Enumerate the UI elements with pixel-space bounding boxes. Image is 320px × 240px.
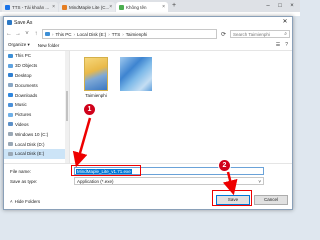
site-favicon-icon [62, 4, 67, 10]
blurred-folder-icon [120, 57, 152, 91]
tab-mindmaple[interactable]: MindMaple Lite (C... × [59, 2, 115, 12]
folder-item[interactable] [118, 57, 154, 93]
step-1-badge: 1 [83, 103, 96, 116]
back-arrow-icon[interactable]: ← [6, 31, 12, 37]
dialog-body: This PC 3D Objects Desktop Documents Dow… [4, 50, 292, 164]
pc-icon [45, 32, 50, 36]
chevron-up-icon: ˄ [10, 199, 13, 204]
view-options-icon[interactable]: ☰ [276, 42, 280, 48]
nav-scrollbar[interactable] [65, 51, 69, 163]
maximize-button[interactable]: □ [274, 1, 286, 11]
nav-item-local-disk-e[interactable]: Local Disk (E:) [4, 148, 69, 159]
address-bar[interactable]: › This PC › Local Disk (E:) › TTS › Taim… [42, 29, 217, 39]
browser-tab-bar: TTS - Tài khoản ... × MindMaple Lite (C.… [0, 0, 300, 12]
nav-item-this-pc[interactable]: This PC [4, 51, 69, 61]
nav-item-downloads[interactable]: Downloads [4, 90, 69, 100]
app-icon [7, 20, 12, 25]
folder-item[interactable]: Taimienphi [78, 57, 114, 98]
help-icon[interactable]: ? [285, 42, 288, 48]
breadcrumb-tts[interactable]: TTS [112, 32, 121, 37]
download-icon [8, 93, 13, 98]
nav-item-local-disk-d[interactable]: Local Disk (D:) [4, 139, 69, 149]
highlight-file-name [71, 165, 141, 176]
tab-label: MindMaple Lite (C... [69, 4, 110, 10]
nav-item-3d-objects[interactable]: 3D Objects [4, 61, 69, 71]
tab-label: Không tên [126, 4, 147, 10]
desktop-icon [8, 73, 13, 78]
window-close-button[interactable]: × [286, 1, 298, 11]
site-favicon-icon [5, 4, 10, 10]
drive-icon [8, 151, 13, 156]
nav-item-desktop[interactable]: Desktop [4, 71, 69, 81]
folder-icon [84, 57, 108, 91]
step-2-badge: 2 [218, 159, 231, 172]
site-favicon-icon [119, 4, 124, 10]
close-icon[interactable]: × [52, 4, 55, 10]
highlight-save-button [212, 190, 252, 206]
file-list: Taimienphi [72, 51, 292, 163]
hide-folders-toggle[interactable]: ˄ Hide Folders [10, 199, 40, 204]
nav-item-windows-c[interactable]: Windows 10 (C:) [4, 129, 69, 139]
nav-item-music[interactable]: Music [4, 100, 69, 110]
save-type-value: Application (*.exe) [77, 179, 114, 184]
hide-folders-label: Hide Folders [14, 199, 41, 204]
document-icon [8, 83, 13, 88]
dialog-close-button[interactable]: ✕ [278, 17, 292, 28]
search-icon: ⌕ [284, 31, 287, 37]
file-name-row: File name: [10, 167, 50, 176]
search-placeholder: Search Taimienphi [233, 31, 270, 37]
navigation-row: ← → ˅ ↑ › This PC › Local Disk (E:) › TT… [4, 28, 292, 40]
breadcrumb-this-pc[interactable]: This PC [56, 32, 72, 37]
breadcrumb-taimienphi[interactable]: Taimienphi [126, 32, 148, 37]
minimize-button[interactable]: – [262, 1, 274, 11]
up-arrow-icon[interactable]: ↑ [33, 31, 39, 37]
save-type-select[interactable]: Application (*.exe) ˅ [74, 177, 264, 185]
video-icon [8, 122, 13, 127]
music-icon [8, 102, 13, 107]
chevron-down-icon: ˅ [258, 179, 261, 184]
dialog-titlebar: Save As ✕ [4, 17, 292, 28]
save-as-dialog: Save As ✕ ← → ˅ ↑ › This PC › Local Disk… [3, 16, 293, 210]
forward-arrow-icon[interactable]: → [15, 31, 21, 37]
navigation-pane: This PC 3D Objects Desktop Documents Dow… [4, 51, 70, 163]
refresh-icon[interactable]: ⟳ [220, 31, 227, 38]
scrollbar-thumb[interactable] [66, 91, 68, 121]
tab-label: TTS - Tài khoản ... [12, 4, 50, 10]
file-name-label: File name: [10, 169, 32, 174]
new-tab-button[interactable]: + [170, 2, 178, 10]
dialog-title: Save As [14, 19, 33, 26]
folder-name: Taimienphi [85, 93, 107, 98]
tab-tts[interactable]: TTS - Tài khoản ... × [2, 2, 58, 12]
close-icon[interactable]: × [109, 4, 112, 10]
drive-icon [8, 132, 13, 137]
recent-chevron-icon[interactable]: ˅ [24, 31, 30, 37]
close-icon[interactable]: × [162, 4, 165, 10]
nav-item-pictures[interactable]: Pictures [4, 110, 69, 120]
tab-untitled[interactable]: Không tên × [116, 2, 168, 12]
save-type-label: Save as type: [10, 179, 38, 184]
cube-icon [8, 63, 13, 68]
nav-item-videos[interactable]: Videos [4, 120, 69, 130]
new-folder-button[interactable]: New folder [38, 43, 60, 48]
save-type-row: Save as type: [10, 177, 50, 186]
organize-button[interactable]: Organize ▾ [8, 42, 30, 48]
search-input[interactable]: Search Taimienphi ⌕ [230, 30, 290, 38]
command-bar: Organize ▾ New folder ☰ ? [4, 40, 292, 50]
cancel-button[interactable]: Cancel [254, 195, 288, 205]
drive-icon [8, 142, 13, 147]
nav-item-documents[interactable]: Documents [4, 80, 69, 90]
picture-icon [8, 112, 13, 117]
pc-icon [8, 53, 13, 58]
breadcrumb-local-disk-e[interactable]: Local Disk (E:) [77, 32, 106, 37]
